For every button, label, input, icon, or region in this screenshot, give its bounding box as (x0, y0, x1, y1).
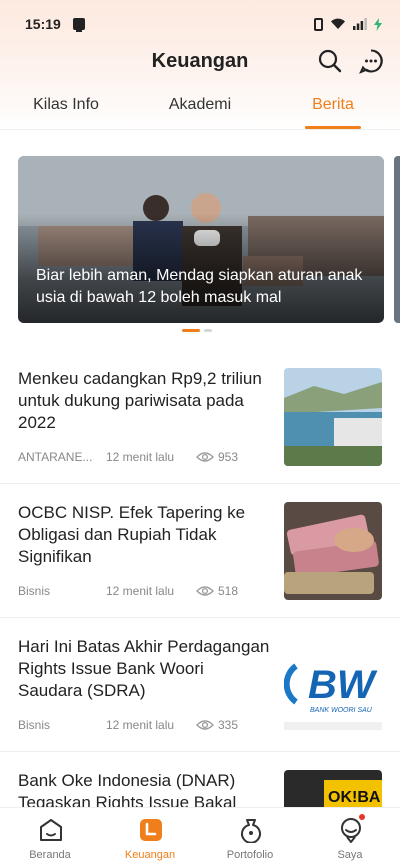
news-meta: Bisnis 12 menit lalu 335 (18, 718, 274, 732)
eye-icon (196, 720, 214, 730)
view-count: 335 (218, 718, 239, 732)
home-icon (40, 819, 62, 841)
news-item[interactable]: Hari Ini Batas Akhir Perdagangan Rights … (0, 618, 400, 752)
view-count: 518 (218, 584, 239, 598)
pagination-dot (204, 329, 212, 332)
tab-bar: Kilas Info Akademi Berita (0, 88, 400, 130)
news-item[interactable]: OCBC NISP. Efek Tapering ke Obligasi dan… (0, 484, 400, 618)
banner-caption: Biar lebih aman, Mendag siapkan aturan a… (36, 267, 363, 306)
tab-berita[interactable]: Berita (290, 88, 376, 130)
featured-news-banner[interactable]: Biar lebih aman, Mendag siapkan aturan a… (18, 156, 384, 323)
news-meta: ANTARANE... 12 menit lalu 953 (18, 450, 274, 464)
news-source: ANTARANE... (18, 450, 93, 464)
nav-beranda[interactable]: Beranda (0, 808, 100, 867)
news-title: Menkeu cadangkan Rp9,2 triliun untuk duk… (18, 369, 262, 432)
tab-kilas-info[interactable]: Kilas Info (18, 88, 114, 130)
active-tab-indicator (305, 126, 361, 129)
news-views: 953 (196, 450, 238, 464)
news-title: OCBC NISP. Efek Tapering ke Obligasi dan… (18, 503, 246, 566)
news-thumbnail (284, 368, 382, 466)
nav-keuangan[interactable]: Keuangan (100, 808, 200, 867)
notification-dot (359, 814, 365, 820)
news-views: 518 (196, 584, 238, 598)
nav-saya[interactable]: Saya (300, 808, 400, 867)
bw-logo-subtext: BANK WOORI SAU (310, 707, 373, 714)
signal-icon (353, 18, 367, 30)
status-time: 15:19 (25, 16, 61, 32)
nav-label: Portofolio (226, 849, 274, 861)
finance-icon (140, 819, 162, 841)
profile-icon (341, 818, 361, 843)
chat-icon[interactable] (358, 48, 384, 74)
nav-label: Keuangan (124, 849, 176, 861)
pagination-dot-active (182, 329, 200, 332)
portfolio-bag-icon (241, 819, 261, 843)
battery-charging-icon (374, 17, 382, 31)
search-icon[interactable] (317, 48, 343, 74)
nav-portofolio[interactable]: Portofolio (200, 808, 300, 867)
news-meta: Bisnis 12 menit lalu 518 (18, 584, 274, 598)
status-bar: 15:19 (0, 0, 400, 48)
eye-icon (196, 452, 214, 462)
bank-woori-saudara-logo: BW BANK WOORI SAU (284, 636, 382, 734)
eye-icon (196, 586, 214, 596)
news-item[interactable]: Menkeu cadangkan Rp9,2 triliun untuk duk… (0, 350, 400, 484)
news-time: 12 menit lalu (106, 450, 175, 464)
bottom-navigation: Beranda Keuangan Portofolio Saya (0, 807, 400, 867)
bw-logo-text: BW (308, 663, 378, 707)
view-count: 953 (218, 450, 239, 464)
tab-akademi[interactable]: Akademi (152, 88, 248, 130)
vibrate-icon (314, 17, 323, 31)
wifi-icon (330, 18, 346, 30)
news-thumbnail (284, 502, 382, 600)
next-banner-peek[interactable] (394, 156, 400, 323)
news-title: Hari Ini Batas Akhir Perdagangan Rights … (18, 637, 270, 700)
news-source: Bisnis (18, 718, 51, 732)
news-source: Bisnis (18, 584, 51, 598)
news-time: 12 menit lalu (106, 718, 175, 732)
oke-logo-text: OK!BA (328, 789, 381, 806)
notification-icon (72, 18, 85, 32)
nav-label: Beranda (29, 849, 71, 861)
carousel-pagination (182, 329, 212, 332)
news-time: 12 menit lalu (106, 584, 175, 598)
app-header: Keuangan (0, 48, 400, 88)
news-views: 335 (196, 718, 238, 732)
nav-label: Saya (337, 849, 363, 861)
